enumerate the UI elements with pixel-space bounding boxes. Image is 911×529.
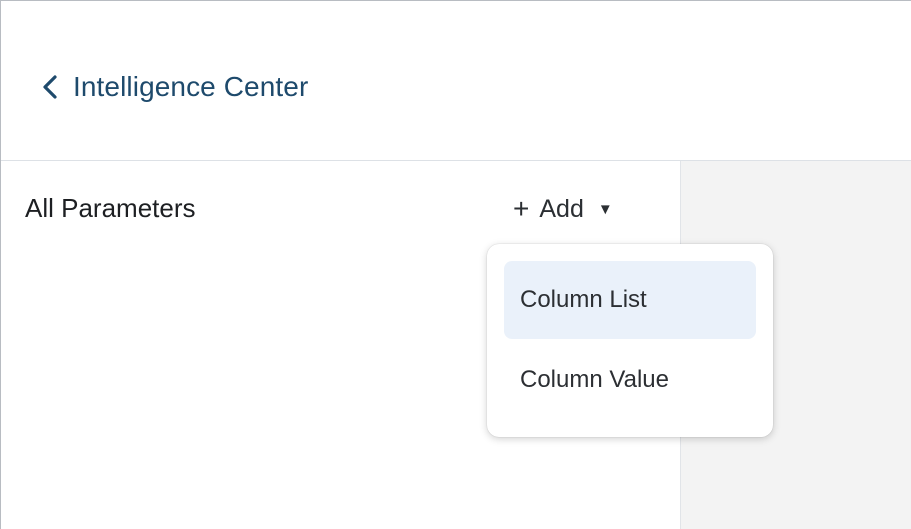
chevron-left-icon bbox=[37, 74, 63, 100]
menu-item-column-value[interactable]: Column Value bbox=[504, 341, 756, 419]
plus-icon: + bbox=[513, 193, 530, 224]
menu-item-column-list[interactable]: Column List bbox=[504, 261, 756, 339]
caret-down-icon: ▼ bbox=[597, 200, 613, 218]
panel-title: All Parameters bbox=[25, 193, 196, 223]
add-button[interactable]: + Add ▼ bbox=[513, 191, 613, 227]
page-header: Intelligence Center bbox=[1, 1, 911, 161]
add-dropdown-menu: Column List Column Value bbox=[487, 244, 773, 437]
app-frame: Intelligence Center All Parameters + Add… bbox=[0, 0, 911, 529]
add-button-label: Add bbox=[539, 194, 584, 223]
back-link[interactable]: Intelligence Center bbox=[37, 67, 308, 107]
back-link-label: Intelligence Center bbox=[73, 71, 309, 102]
